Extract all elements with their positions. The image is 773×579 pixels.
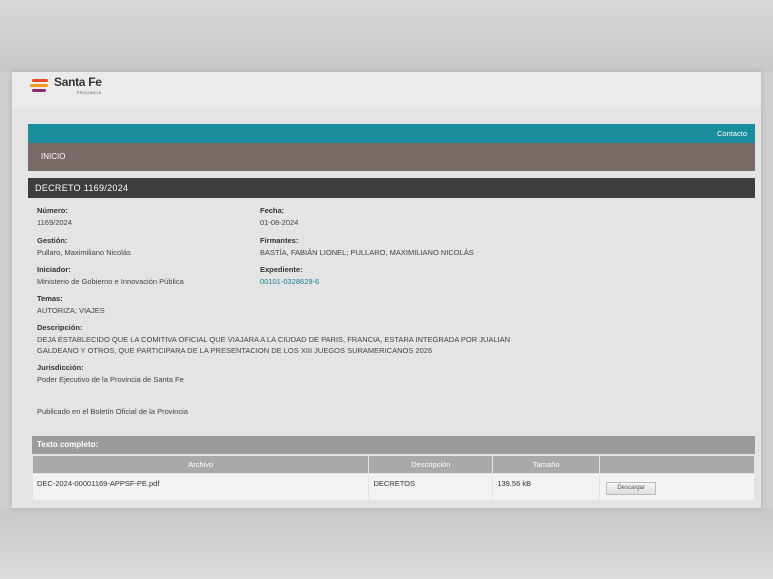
brand-logo[interactable]: Santa Fe PROVINCIA [30, 76, 102, 95]
file-description: DECRETOS [369, 474, 493, 500]
site-header: Santa Fe PROVINCIA [12, 72, 761, 108]
top-bar: Contacto [28, 124, 755, 143]
col-tamano: Tamaño [493, 456, 600, 473]
descripcion-line-1: DEJA ESTABLECIDO QUE LA COMITIVA OFICIAL… [37, 335, 511, 344]
gestion-value: Pullaro, Maximiliano Nicolás [37, 248, 131, 257]
expediente-link[interactable]: 00101-0328629-6 [260, 277, 319, 287]
files-table: Archivo Descripción Tamaño DEC-2024-0000… [32, 455, 755, 501]
background-bottom [0, 508, 773, 579]
descripcion-line-2: GALDEANO Y OTROS, QUE PARTICIPARA DE LA … [37, 346, 433, 355]
iniciador-value: Ministerio de Gobierno e Innovación Públ… [37, 277, 184, 286]
contact-link[interactable]: Contacto [717, 129, 747, 138]
col-accion [600, 456, 754, 473]
field-jurisdiccion: Jurisdicción: Poder Ejecutivo de la Prov… [37, 363, 184, 385]
background-top [0, 0, 773, 72]
brand-name: Santa Fe [54, 75, 102, 89]
file-size: 139.56 kB [493, 474, 600, 500]
gestion-label: Gestión: [37, 236, 68, 245]
col-descripcion: Descripción [369, 456, 493, 473]
santa-fe-logo-icon [30, 77, 52, 95]
field-descripcion: Descripción: DEJA ESTABLECIDO QUE LA COM… [37, 323, 510, 356]
fecha-value: 01-08-2024 [260, 218, 299, 227]
field-firmantes: Firmantes: BASTÍA, FABIÁN LIONEL; PULLAR… [260, 236, 474, 258]
iniciador-label: Iniciador: [37, 265, 71, 274]
numero-value: 1169/2024 [37, 218, 72, 227]
col-archivo: Archivo [33, 456, 369, 473]
field-gestion: Gestión: Pullaro, Maximiliano Nicolás [37, 236, 131, 258]
field-numero: Número: 1169/2024 [37, 206, 72, 228]
decree-title: DECRETO 1169/2024 [35, 183, 129, 193]
publicado-text: Publicado en el Boletín Oficial de la Pr… [37, 407, 188, 416]
file-name: DEC-2024-00001169-APPSF-PE.pdf [33, 474, 369, 500]
descargar-button[interactable]: Descargar [606, 482, 657, 495]
fecha-label: Fecha: [260, 206, 285, 215]
brand-subtitle: PROVINCIA [76, 90, 102, 95]
numero-label: Número: [37, 206, 68, 215]
firmantes-label: Firmantes: [260, 236, 299, 245]
jurisdiccion-label: Jurisdicción: [37, 363, 84, 372]
decree-title-bar: DECRETO 1169/2024 [28, 178, 755, 198]
temas-label: Temas: [37, 294, 63, 303]
temas-value: AUTORIZA; VIAJES [37, 306, 105, 315]
texto-completo-bar: Texto completo: [32, 436, 755, 454]
expediente-label: Expediente: [260, 265, 303, 274]
field-fecha: Fecha: 01-08-2024 [260, 206, 298, 228]
file-action-cell: Descargar [600, 474, 754, 500]
nav-item-inicio[interactable]: INICIO [41, 152, 65, 161]
firmantes-value: BASTÍA, FABIÁN LIONEL; PULLARO, MAXIMILI… [260, 248, 474, 257]
table-row: DEC-2024-00001169-APPSF-PE.pdf DECRETOS … [33, 474, 754, 500]
texto-completo-title: Texto completo: [37, 440, 99, 449]
field-iniciador: Iniciador: Ministerio de Gobierno e Inno… [37, 265, 184, 287]
main-nav: INICIO [28, 143, 755, 171]
texto-completo-section: Texto completo: Archivo Descripción Tama… [28, 436, 755, 508]
jurisdiccion-value: Poder Ejecutivo de la Provincia de Santa… [37, 375, 184, 384]
field-temas: Temas: AUTORIZA; VIAJES [37, 294, 105, 316]
descripcion-label: Descripción: [37, 323, 83, 332]
field-expediente: Expediente: 00101-0328629-6 [260, 265, 319, 287]
